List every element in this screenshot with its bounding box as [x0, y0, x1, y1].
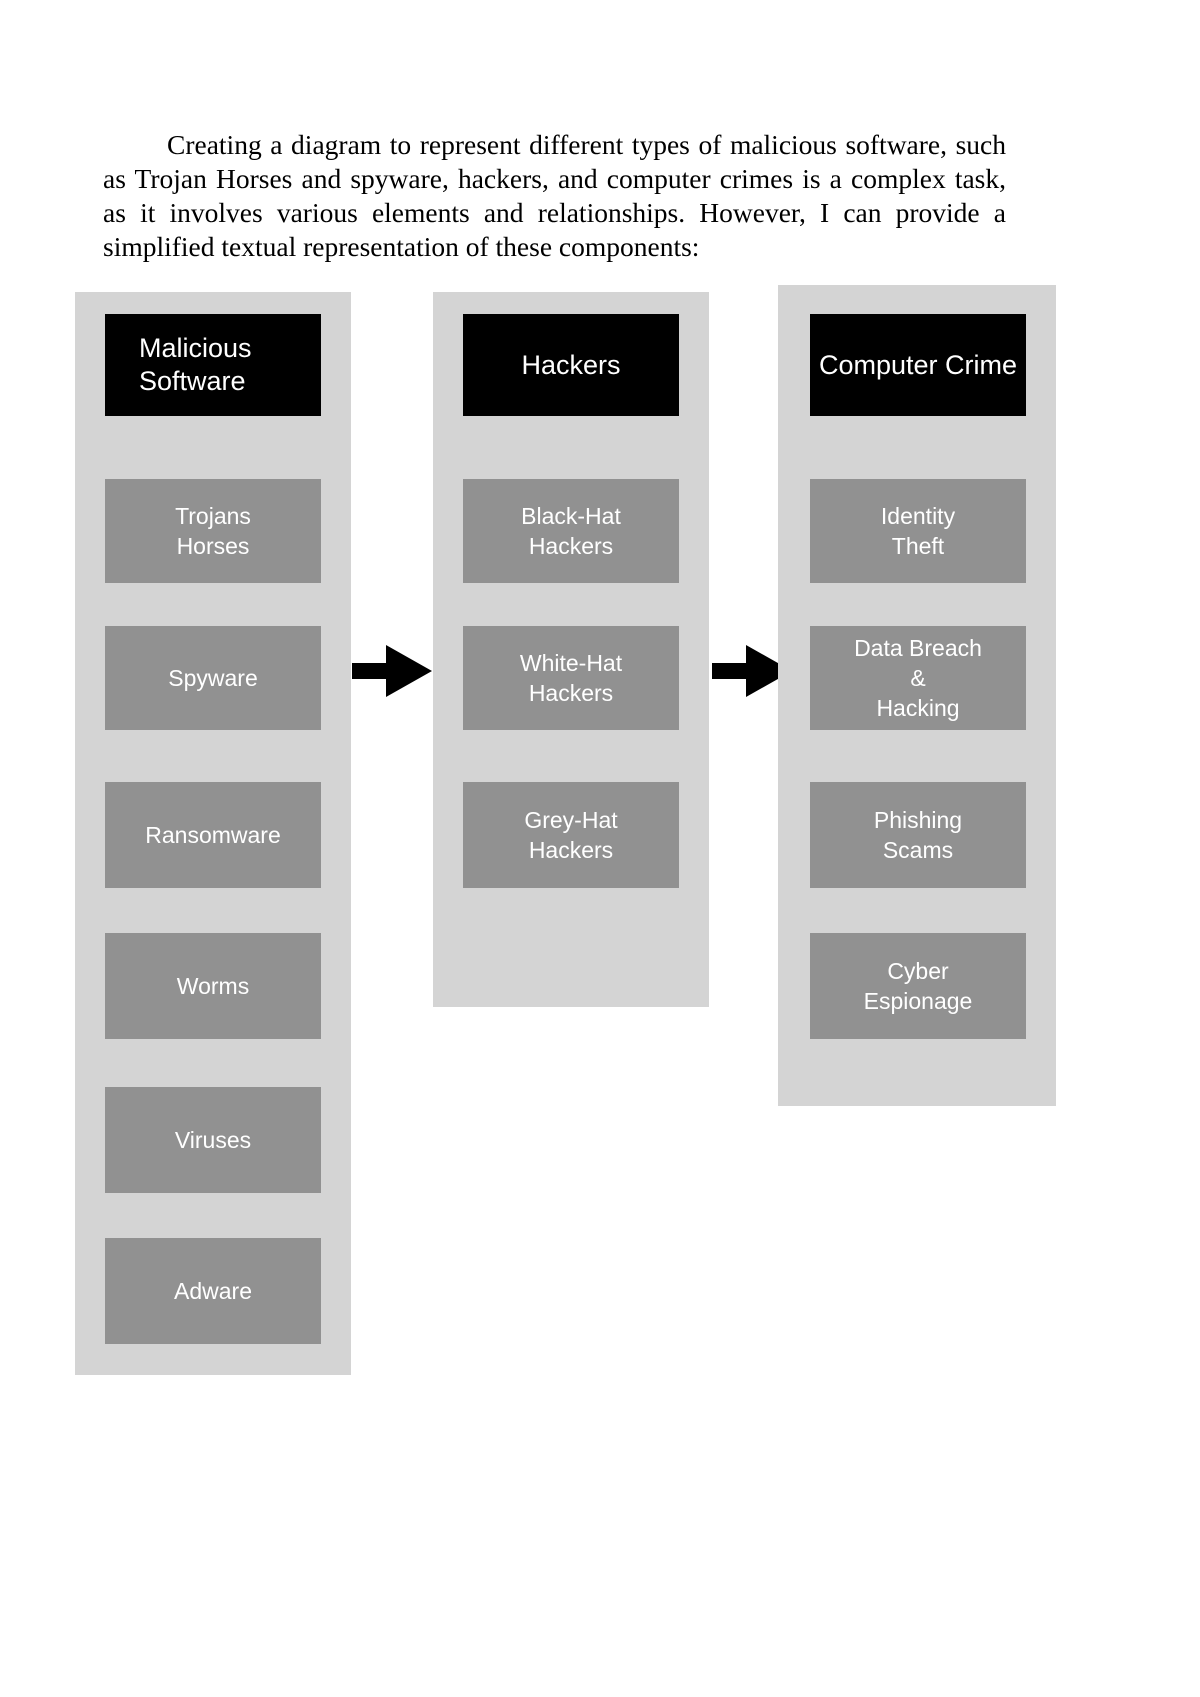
node-item-black-hat-hackers[interactable]: Black-Hat Hackers [463, 479, 679, 583]
node-item-label: Data Breach & Hacking [854, 635, 982, 721]
arrow-malicious-to-hackers [352, 641, 432, 701]
node-item-label: Ransomware [145, 822, 281, 848]
column-panel-malicious-software: Malicious Software Trojans Horses Spywar… [75, 292, 351, 1375]
node-item-white-hat-hackers[interactable]: White-Hat Hackers [463, 626, 679, 730]
node-item-label: White-Hat Hackers [519, 650, 623, 706]
node-item-label: Worms [176, 973, 250, 999]
node-item-spyware[interactable]: Spyware [105, 626, 321, 730]
node-item-label: Grey-Hat Hackers [524, 807, 618, 863]
malware-hackers-crime-diagram: Malicious Software Trojans Horses Spywar… [0, 0, 1200, 1697]
node-item-label: Spyware [168, 665, 258, 691]
node-item-identity-theft[interactable]: Identity Theft [810, 479, 1026, 583]
node-header-label: Malicious Software [139, 333, 252, 396]
node-item-cyber-espionage[interactable]: Cyber Espionage [810, 933, 1026, 1039]
node-item-phishing-scams[interactable]: Phishing Scams [810, 782, 1026, 888]
node-item-label: Adware [174, 1278, 252, 1304]
node-item-adware[interactable]: Adware [105, 1238, 321, 1344]
node-item-label: Identity Theft [880, 503, 956, 559]
node-header-computer-crime[interactable]: Computer Crime [810, 314, 1026, 416]
node-item-worms[interactable]: Worms [105, 933, 321, 1039]
node-item-trojans-horses[interactable]: Trojans Horses [105, 479, 321, 583]
node-header-malicious-software[interactable]: Malicious Software [105, 314, 321, 416]
node-item-ransomware[interactable]: Ransomware [105, 782, 321, 888]
node-item-label: Trojans Horses [175, 503, 251, 559]
node-header-hackers[interactable]: Hackers [463, 314, 679, 416]
node-item-label: Viruses [174, 1127, 252, 1153]
column-panel-hackers: Hackers Black-Hat Hackers White-Hat Hack… [433, 292, 709, 1007]
node-item-grey-hat-hackers[interactable]: Grey-Hat Hackers [463, 782, 679, 888]
node-item-label: Phishing Scams [873, 807, 963, 863]
node-header-label: Hackers [521, 349, 621, 380]
node-item-label: Cyber Espionage [863, 958, 973, 1014]
node-item-label: Black-Hat Hackers [521, 503, 621, 559]
node-item-viruses[interactable]: Viruses [105, 1087, 321, 1193]
node-item-data-breach-hacking[interactable]: Data Breach & Hacking [810, 626, 1026, 730]
column-panel-computer-crime: Computer Crime Identity Theft Data Breac… [778, 285, 1056, 1106]
node-header-label: Computer Crime [818, 349, 1018, 380]
